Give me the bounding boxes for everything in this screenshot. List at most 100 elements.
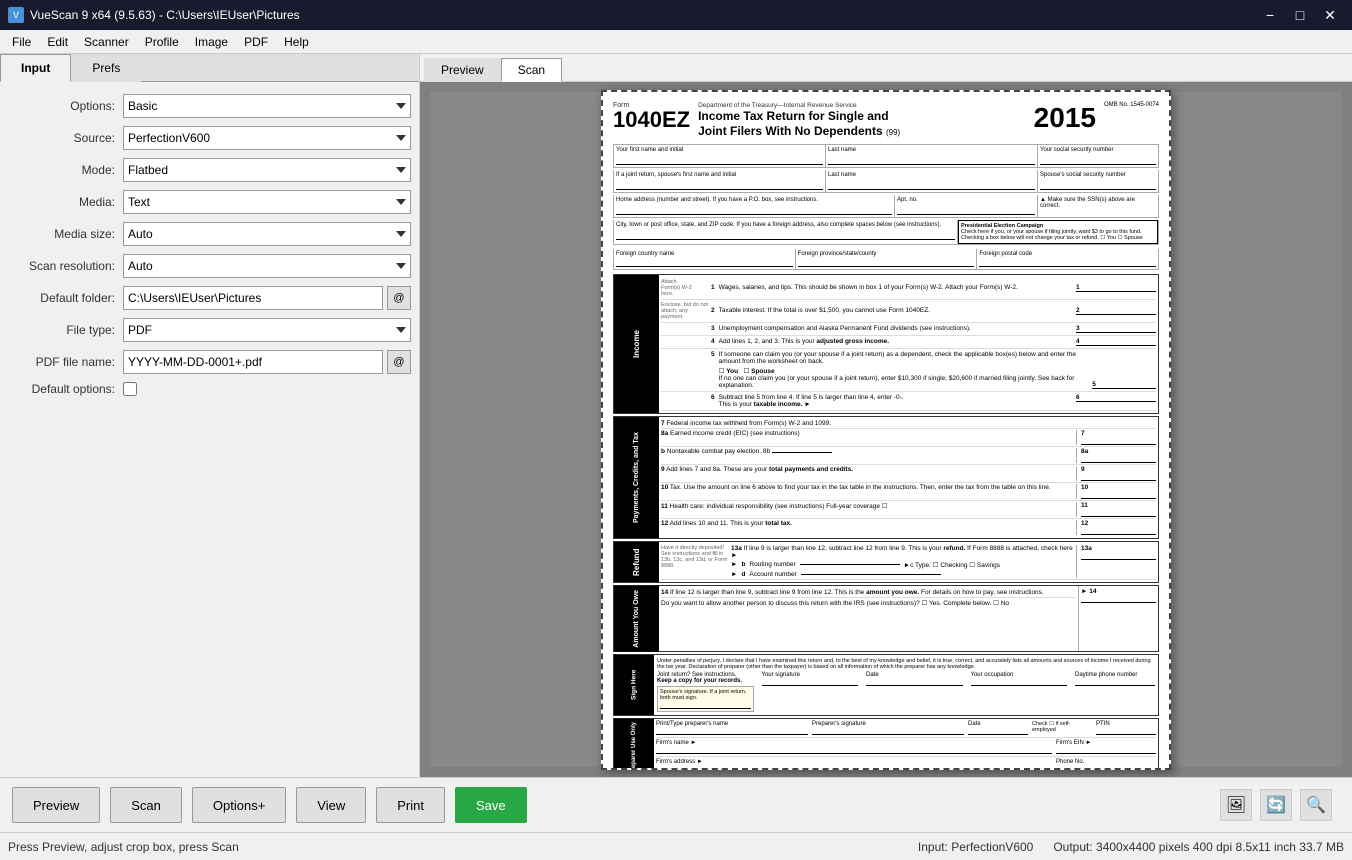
preview-button[interactable]: Preview (12, 787, 100, 823)
options-select[interactable]: Basic (123, 94, 411, 118)
pdf-filename-label: PDF file name: (8, 355, 123, 369)
window-title: VueScan 9 x64 (9.5.63) - C:\Users\IEUser… (30, 8, 300, 22)
media-row: Media: Text (8, 190, 411, 214)
file-type-select[interactable]: PDF (123, 318, 411, 342)
status-hint: Press Preview, adjust crop box, press Sc… (8, 840, 898, 854)
amount-owe-label: Amount You Owe (614, 586, 659, 652)
foreign-province-field: Foreign province/state/county (796, 249, 978, 269)
left-tabs: Input Prefs (0, 54, 419, 82)
election-fund: Presidential Election Campaign Check her… (958, 220, 1158, 244)
income-line-attach: AttachForm(s) W-2here. 1 Wages, salaries… (661, 277, 1156, 300)
menu-pdf[interactable]: PDF (236, 33, 276, 51)
rotate-icon-button[interactable]: 🔄 (1260, 789, 1292, 821)
menu-edit[interactable]: Edit (39, 33, 76, 51)
folder-at-button[interactable]: @ (387, 286, 411, 310)
income-label: Income (614, 275, 659, 413)
scan-resolution-row: Scan resolution: Auto (8, 254, 411, 278)
close-button[interactable]: ✕ (1316, 1, 1344, 29)
form-number: 1040EZ (613, 109, 690, 131)
income-line-6: 6 Subtract line 5 from line 4. If line 5… (661, 392, 1156, 411)
print-button[interactable]: Print (376, 787, 445, 823)
preparer-section: Paid Preparer Use Only Print/Type prepar… (613, 718, 1159, 769)
save-button[interactable]: Save (455, 787, 527, 823)
zoom-icon-button[interactable]: 🔍 (1300, 789, 1332, 821)
refund-instructions: Have it directly deposited! See instruct… (661, 544, 1156, 580)
payments-label: Payments, Credits, and Tax (614, 417, 659, 538)
menu-scanner[interactable]: Scanner (76, 33, 137, 51)
line-10: 10 Tax. Use the amount on line 6 above t… (661, 483, 1156, 501)
app-icon: V (8, 7, 24, 23)
tab-input[interactable]: Input (0, 54, 71, 82)
menu-profile[interactable]: Profile (137, 33, 187, 51)
tab-prefs[interactable]: Prefs (71, 54, 141, 82)
tab-preview[interactable]: Preview (424, 58, 501, 82)
scan-button[interactable]: Scan (110, 787, 182, 823)
source-select[interactable]: PerfectionV600 (123, 126, 411, 150)
line-9: 9 Add lines 7 and 8a. These are your tot… (661, 465, 1156, 483)
default-folder-label: Default folder: (8, 291, 123, 305)
default-options-label: Default options: (8, 382, 123, 396)
view-button[interactable]: View (296, 787, 366, 823)
spouse-last-name-field: Last name (826, 170, 1038, 192)
sign-section: Sign Here Under penalties of perjury, I … (613, 654, 1159, 716)
income-line-5: 5 If someone can claim you (or your spou… (661, 349, 1156, 392)
preview-content: Form 1040EZ Department of the Treasury—I… (420, 82, 1352, 777)
main-content: Input Prefs Options: Basic Source: Perfe… (0, 54, 1352, 777)
menu-help[interactable]: Help (276, 33, 317, 51)
tab-scan[interactable]: Scan (501, 58, 562, 82)
options-row: Options: Basic (8, 94, 411, 118)
thumbnail-icon-button[interactable]: 🖼 (1220, 789, 1252, 821)
file-type-label: File type: (8, 323, 123, 337)
last-name-field: Last name (826, 145, 1038, 167)
irs-header: Department of the Treasury—Internal Reve… (698, 102, 1024, 109)
pdf-filename-row: PDF file name: @ (8, 350, 411, 374)
tax-form-content: Form 1040EZ Department of the Treasury—I… (603, 92, 1169, 770)
source-row: Source: PerfectionV600 (8, 126, 411, 150)
scan-background: Form 1040EZ Department of the Treasury—I… (430, 92, 1342, 767)
options-label: Options: (8, 99, 123, 113)
refund-fields: Have it directly deposited! See instruct… (659, 542, 1158, 582)
document-preview: Form 1040EZ Department of the Treasury—I… (601, 90, 1171, 770)
menu-bar: File Edit Scanner Profile Image PDF Help (0, 30, 1352, 54)
spouse-ssn-field: Spouse's social security number (1038, 170, 1158, 192)
media-select[interactable]: Text (123, 190, 411, 214)
scan-resolution-select[interactable]: Auto (123, 254, 411, 278)
preview-tabs: Preview Scan (420, 54, 1352, 82)
folder-input-wrapper: @ (123, 286, 411, 310)
status-bar: Press Preview, adjust crop box, press Sc… (0, 832, 1352, 860)
default-options-checkbox[interactable] (123, 382, 137, 396)
city-field: City, town or post office, state, and ZI… (614, 220, 958, 244)
menu-image[interactable]: Image (187, 33, 236, 51)
window-controls: − □ ✕ (1256, 1, 1344, 29)
pdf-at-button[interactable]: @ (387, 350, 411, 374)
ssn-check-field: ▲ Make sure the SSN(s) above are correct… (1038, 195, 1158, 217)
file-type-row: File type: PDF (8, 318, 411, 342)
minimize-button[interactable]: − (1256, 1, 1284, 29)
source-label: Source: (8, 131, 123, 145)
pdf-filename-input[interactable] (123, 350, 383, 374)
media-size-label: Media size: (8, 227, 123, 241)
mode-select[interactable]: Flatbed (123, 158, 411, 182)
foreign-postal-field: Foreign postal code (977, 249, 1158, 269)
options-button[interactable]: Options+ (192, 787, 286, 823)
apt-field: Apt. no. (895, 195, 1038, 217)
status-input: Input: PerfectionV600 (918, 840, 1033, 854)
bottom-icons: 🖼 🔄 🔍 (1220, 789, 1332, 821)
title-bar: V VueScan 9 x64 (9.5.63) - C:\Users\IEUs… (0, 0, 1352, 30)
first-name-field: Your first name and initial (614, 145, 826, 167)
mode-row: Mode: Flatbed (8, 158, 411, 182)
menu-file[interactable]: File (4, 33, 39, 51)
form-title: Income Tax Return for Single and Joint F… (698, 109, 1024, 140)
default-options-row: Default options: (8, 382, 411, 396)
maximize-button[interactable]: □ (1286, 1, 1314, 29)
income-fields: AttachForm(s) W-2here. 1 Wages, salaries… (659, 275, 1158, 413)
input-form: Options: Basic Source: PerfectionV600 Mo… (0, 82, 419, 777)
income-line-2: Enclose, but do not attach, any payment.… (661, 300, 1156, 323)
line-8b: b Nontaxable combat pay election. 8b 8a (661, 447, 1156, 465)
media-size-select[interactable]: Auto (123, 222, 411, 246)
preparer-fields: Print/Type preparer's name Preparer's si… (654, 719, 1158, 769)
income-line-4: 4 Add lines 1, 2, and 3. This is your ad… (661, 336, 1156, 349)
scan-resolution-label: Scan resolution: (8, 259, 123, 273)
income-line-3: 3 Unemployment compensation and Alaska P… (661, 323, 1156, 336)
folder-input[interactable] (123, 286, 383, 310)
